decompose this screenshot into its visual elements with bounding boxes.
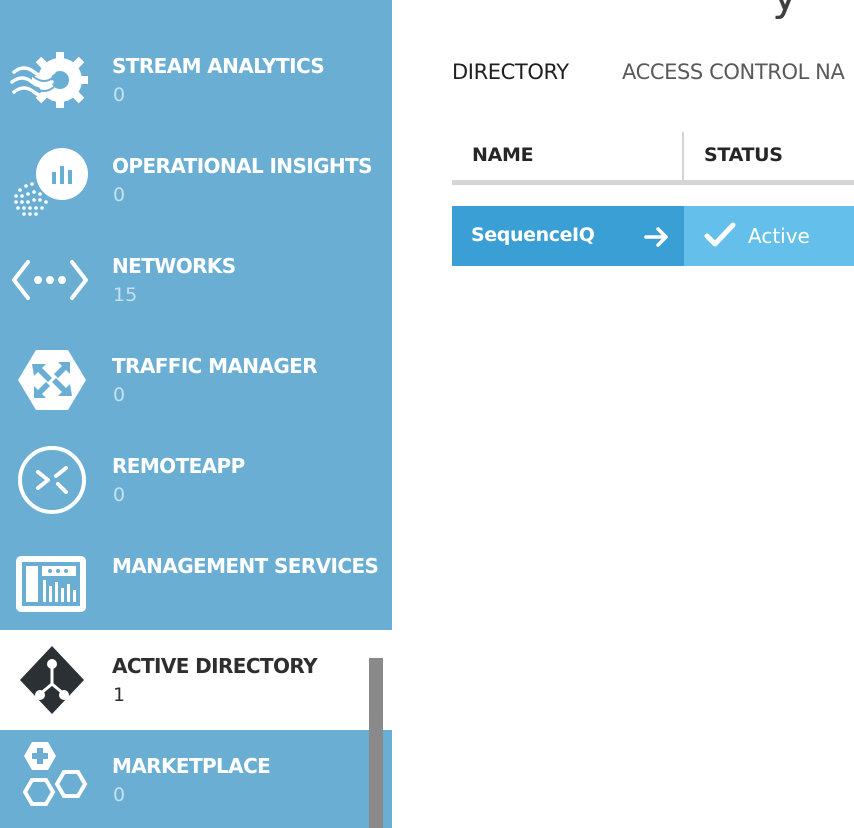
sidebar-item-count: 0 — [113, 184, 126, 206]
sidebar-item-label: MARKETPLACE — [112, 754, 271, 778]
stream-analytics-icon — [10, 44, 92, 116]
sidebar-item-count: 15 — [113, 284, 138, 306]
sidebar-item-count: 0 — [113, 484, 126, 506]
traffic-manager-icon — [10, 344, 92, 416]
name-cell[interactable]: SequenceIQ — [452, 206, 684, 266]
sidebar: 0 — [0, 0, 392, 828]
column-header-status[interactable]: STATUS — [704, 144, 783, 166]
sidebar-item-label: TRAFFIC MANAGER — [112, 354, 318, 378]
sidebar-item-count: 0 — [113, 84, 126, 106]
sidebar-item-management-services[interactable]: MANAGEMENT SERVICES — [0, 536, 392, 636]
sidebar-scrollbar-thumb[interactable] — [369, 658, 383, 828]
sidebar-item-remoteapp[interactable]: REMOTEAPP 0 — [0, 436, 392, 536]
sidebar-item-count: 1 — [113, 684, 126, 706]
status-text: Active — [748, 224, 810, 248]
sidebar-item-label: REMOTEAPP — [112, 454, 245, 478]
table-row[interactable]: SequenceIQ Active — [452, 206, 854, 266]
arrow-right-icon[interactable] — [644, 226, 670, 248]
table-header-rule — [452, 180, 854, 185]
page-title: y — [772, 0, 798, 21]
networks-icon — [10, 244, 92, 316]
sidebar-item-traffic-manager[interactable]: TRAFFIC MANAGER 0 — [0, 336, 392, 436]
sidebar-item-marketplace[interactable]: MARKETPLACE 0 — [0, 736, 392, 828]
sidebar-item-operational-insights[interactable]: OPERATIONAL INSIGHTS 0 — [0, 136, 392, 236]
sidebar-item-count: 0 — [113, 384, 126, 406]
column-divider — [682, 132, 684, 180]
check-icon — [704, 222, 736, 247]
marketplace-icon — [10, 740, 92, 812]
active-directory-icon — [10, 644, 92, 716]
tab-access-control-namespaces[interactable]: ACCESS CONTROL NA — [622, 60, 845, 84]
sidebar-item-label: NETWORKS — [112, 254, 236, 278]
operational-insights-icon — [10, 144, 92, 216]
sidebar-item-active-directory[interactable]: ACTIVE DIRECTORY 1 — [0, 630, 392, 730]
status-cell: Active — [684, 206, 854, 266]
sidebar-item-label: STREAM ANALYTICS — [112, 54, 325, 78]
sidebar-item-partial[interactable]: 0 — [0, 0, 392, 14]
directory-name[interactable]: SequenceIQ — [471, 224, 595, 246]
main-content: y DIRECTORY ACCESS CONTROL NA NAME STATU… — [392, 0, 854, 828]
sidebar-item-label: ACTIVE DIRECTORY — [112, 654, 318, 678]
sidebar-item-label: OPERATIONAL INSIGHTS — [112, 154, 372, 178]
sidebar-item-networks[interactable]: NETWORKS 15 — [0, 236, 392, 336]
management-services-icon — [10, 544, 92, 616]
sidebar-item-stream-analytics[interactable]: STREAM ANALYTICS 0 — [0, 36, 392, 136]
remoteapp-icon — [10, 444, 92, 516]
tab-directory[interactable]: DIRECTORY — [452, 60, 569, 84]
sidebar-item-label: MANAGEMENT SERVICES — [112, 554, 379, 578]
column-header-name[interactable]: NAME — [472, 144, 534, 166]
sidebar-item-count: 0 — [113, 784, 126, 806]
